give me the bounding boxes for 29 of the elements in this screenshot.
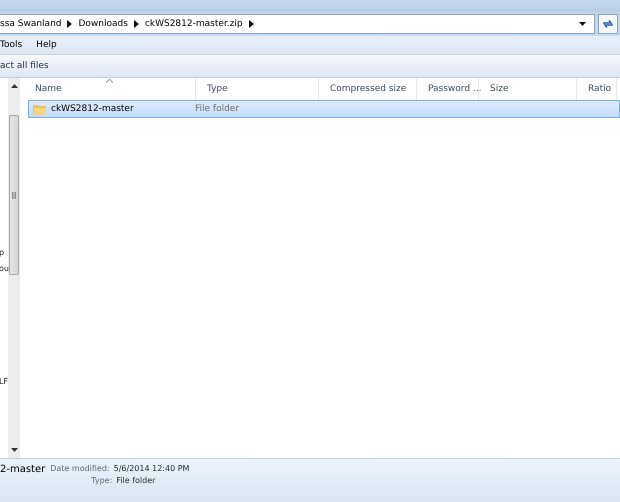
menu-item[interactable]: Tools [0, 40, 22, 50]
file-name: ckWS2812-master [51, 104, 134, 114]
breadcrumb[interactable]: Downloads [78, 19, 128, 29]
nav-item[interactable]: LF [0, 377, 8, 386]
item-name: 2-master [0, 464, 46, 477]
detail-label: Date modified: [50, 464, 110, 473]
file-type: File folder [195, 104, 240, 114]
nav-item[interactable]: p [0, 248, 4, 257]
folder-icon [33, 103, 46, 115]
breadcrumb[interactable]: ckWS2812-master.zip [144, 19, 243, 29]
chevron-icon[interactable] [248, 20, 254, 28]
refresh-button[interactable] [598, 14, 618, 34]
file-row[interactable]: ckWS2812-master File folder [28, 100, 620, 118]
detail-label: Type: [91, 476, 112, 485]
breadcrumb[interactable]: ssa Swanland [0, 19, 62, 29]
detail-value: File folder [116, 476, 156, 485]
menu-item[interactable]: Help [36, 40, 57, 50]
dropdown-icon[interactable] [579, 22, 586, 26]
chevron-icon[interactable] [134, 20, 139, 28]
scroll-thumb[interactable] [9, 115, 19, 275]
chevron-icon[interactable] [67, 20, 72, 28]
extract-button[interactable]: act all files [0, 61, 49, 71]
address-bar[interactable]: ssa Swanland Downloads ckWS2812-master.zip [0, 14, 595, 34]
detail-value: 5/6/2014 12:40 PM [114, 464, 190, 473]
scroll-up-icon[interactable] [10, 84, 18, 88]
scrollbar[interactable] [8, 78, 20, 458]
refresh-icon [602, 19, 614, 29]
grip-icon [12, 192, 16, 198]
scroll-down-icon[interactable] [10, 448, 18, 452]
